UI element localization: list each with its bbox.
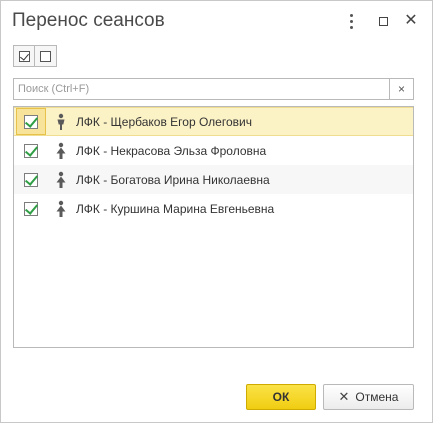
search-clear-button[interactable]: × (389, 78, 414, 100)
male-person-icon (57, 113, 65, 130)
uncheck-all-button[interactable] (35, 45, 57, 67)
check-all-button[interactable] (13, 45, 35, 67)
list-item-label: ЛФК - Куршина Марина Евгеньевна (76, 201, 275, 216)
female-person-icon (56, 200, 66, 217)
cancel-button[interactable]: ✕ Отмена (323, 384, 414, 410)
cancel-button-label: Отмена (355, 390, 399, 404)
list-item-label: ЛФК - Богатова Ирина Николаевна (76, 172, 270, 187)
uncheck-all-icon (40, 50, 51, 62)
ok-button[interactable]: ОК (246, 384, 316, 410)
maximize-icon[interactable] (373, 11, 393, 31)
checkbox[interactable] (24, 201, 38, 216)
check-all-icon (18, 50, 30, 62)
list-item[interactable]: ЛФК - Некрасова Эльза Фроловна (14, 136, 413, 165)
checkbox[interactable] (24, 172, 38, 187)
dialog-title: Перенос сеансов (12, 10, 165, 31)
list-item-label: ЛФК - Щербаков Егор Олегович (76, 114, 252, 129)
checkbox-cell[interactable] (14, 194, 48, 223)
female-person-icon (56, 142, 66, 159)
titlebar: Перенос сеансов ✕ (1, 1, 432, 41)
specialist-list: ЛФК - Щербаков Егор Олегович ЛФК - Некра… (13, 106, 414, 348)
list-item[interactable]: ЛФК - Щербаков Егор Олегович (14, 107, 413, 136)
list-item[interactable]: ЛФК - Куршина Марина Евгеньевна (14, 194, 413, 223)
transfer-sessions-dialog: Перенос сеансов ✕ × ЛФК - Щ (0, 0, 433, 423)
checkbox-cell[interactable] (14, 136, 48, 165)
search-input[interactable] (13, 78, 389, 100)
close-icon: ✕ (338, 389, 350, 404)
list-item-label: ЛФК - Некрасова Эльза Фроловна (76, 143, 267, 158)
female-person-icon (56, 171, 66, 188)
close-icon[interactable]: ✕ (401, 11, 421, 31)
checkbox[interactable] (24, 143, 38, 158)
list-item[interactable]: ЛФК - Богатова Ирина Николаевна (14, 165, 413, 194)
more-vertical-icon[interactable] (341, 11, 361, 31)
search-bar: × (13, 78, 414, 100)
checkbox-cell[interactable] (16, 108, 46, 135)
checkbox[interactable] (24, 114, 38, 129)
checkbox-cell[interactable] (14, 165, 48, 194)
toolbar (13, 45, 57, 67)
